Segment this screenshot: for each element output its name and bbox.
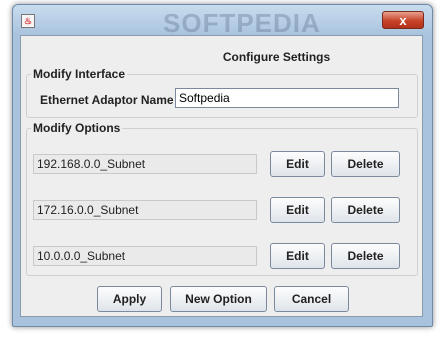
modify-interface-title: Modify Interface — [31, 67, 128, 81]
subnet-field-2[interactable]: 172.16.0.0_Subnet — [33, 200, 257, 220]
edit-button-1[interactable]: Edit — [270, 151, 325, 177]
close-button[interactable]: x — [382, 11, 424, 29]
dialog-content: Configure Settings Modify Interface Ethe… — [20, 35, 423, 317]
delete-button-1[interactable]: Delete — [331, 151, 400, 177]
modify-options-group: Modify Options 192.168.0.0_Subnet Edit D… — [26, 121, 418, 276]
dialog-window: ♨ SOFTPEDIA x Configure Settings Modify … — [12, 4, 433, 327]
edit-button-3[interactable]: Edit — [270, 243, 325, 269]
apply-button[interactable]: Apply — [97, 286, 162, 312]
cancel-button[interactable]: Cancel — [274, 286, 349, 312]
adaptor-name-input[interactable] — [175, 88, 399, 108]
dialog-heading: Configure Settings — [222, 50, 331, 64]
modify-options-title: Modify Options — [31, 121, 123, 135]
adaptor-name-label: Ethernet Adaptor Name — [40, 93, 174, 107]
modify-interface-group: Modify Interface Ethernet Adaptor Name — [26, 67, 418, 118]
edit-button-2[interactable]: Edit — [270, 197, 325, 223]
title-bar[interactable]: ♨ SOFTPEDIA x — [13, 5, 432, 38]
java-coffee-icon[interactable]: ♨ — [21, 14, 35, 28]
new-option-button[interactable]: New Option — [170, 286, 267, 312]
delete-button-3[interactable]: Delete — [331, 243, 400, 269]
subnet-field-1[interactable]: 192.168.0.0_Subnet — [33, 154, 257, 174]
subnet-field-3[interactable]: 10.0.0.0_Subnet — [33, 246, 257, 266]
delete-button-2[interactable]: Delete — [331, 197, 400, 223]
